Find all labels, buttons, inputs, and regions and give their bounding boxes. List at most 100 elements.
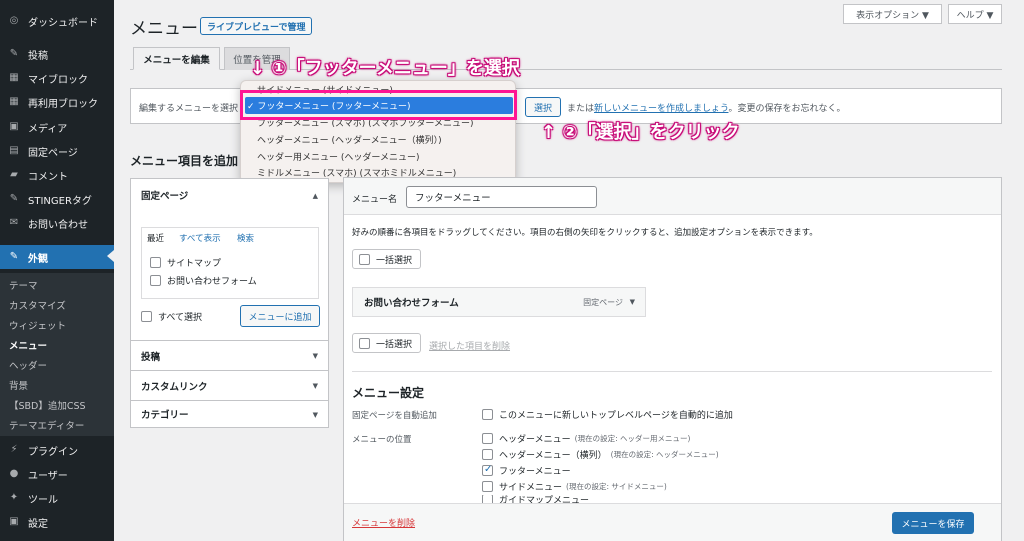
- dropdown-option[interactable]: ヘッダーメニュー (ヘッダーメニュー（横列）): [257, 133, 442, 146]
- sidebar-item-label: ダッシュボード: [28, 17, 98, 29]
- bulk-select-label: 一括選択: [376, 339, 413, 350]
- select-button[interactable]: 選択: [525, 97, 561, 117]
- sidebar-item-reusable-blocks[interactable]: ▦ 再利用ブロック: [0, 91, 114, 113]
- checkbox[interactable]: [482, 495, 493, 503]
- menu-item[interactable]: お問い合わせフォーム 固定ページ ▼: [352, 287, 646, 317]
- sidebar-item-appearance[interactable]: ✎ 外観: [0, 245, 114, 269]
- collapse-down-icon: ▼: [312, 352, 318, 360]
- location-checkbox[interactable]: ヘッダーメニュー (現在の設定: ヘッダー用メニュー): [482, 432, 690, 445]
- chevron-down-icon[interactable]: ▼: [630, 298, 635, 306]
- delete-menu-link[interactable]: メニューを削除: [352, 516, 415, 529]
- page-icon: ▤: [9, 145, 19, 156]
- sidebar-item-label: 外観: [28, 253, 48, 265]
- sidebar-item-tools[interactable]: ✦ ツール: [0, 487, 114, 509]
- add-to-menu-button[interactable]: メニューに追加: [240, 305, 320, 327]
- menu-location-label: メニューの位置: [352, 435, 412, 445]
- page-checkbox-item[interactable]: サイトマップ: [150, 256, 221, 269]
- sidebar-item-stinger-tag[interactable]: ✎ STINGERタグ: [0, 188, 114, 210]
- page-label: お問い合わせフォーム: [167, 277, 257, 287]
- checkbox[interactable]: [150, 257, 161, 268]
- submenu-item-background[interactable]: 背景: [9, 378, 28, 392]
- categories-section-header[interactable]: カテゴリー ▼: [131, 400, 328, 427]
- sidebar-item-users[interactable]: ● ユーザー: [0, 463, 114, 485]
- tab-view-all[interactable]: すべて表示: [179, 232, 221, 244]
- pages-section-title: 固定ページ: [141, 191, 189, 202]
- annotation-step1: ↓ ①「フッターメニュー」を選択: [250, 58, 520, 79]
- pin-icon: ✎: [9, 48, 19, 59]
- add-menu-items-panel: 固定ページ ▲ 最近 すべて表示 検索 サイトマップ お問い合わせフォーム すべ…: [130, 178, 329, 428]
- tab-search[interactable]: 検索: [237, 232, 254, 244]
- annotation-step2: ↑ ②「選択」をクリック: [541, 122, 740, 143]
- dropdown-option[interactable]: ヘッダー用メニュー (ヘッダーメニュー): [257, 150, 420, 163]
- page-title: メニュー: [130, 19, 198, 39]
- select-all-checkbox[interactable]: すべて選択: [141, 310, 202, 323]
- bulk-select-toggle[interactable]: 一括選択: [352, 249, 421, 269]
- location-checkbox[interactable]: ヘッダーメニュー（横列） (現在の設定: ヘッダーメニュー): [482, 448, 719, 461]
- location-checkbox-checked[interactable]: フッターメニュー: [482, 464, 571, 477]
- comment-icon: ▰: [10, 169, 18, 180]
- admin-sidebar: ◎ ダッシュボード ✎ 投稿 ▦ マイブロック ▦ 再利用ブロック ▣ メディア ▤ 固定ペ…: [0, 0, 114, 541]
- select-all-label: すべて選択: [158, 313, 203, 323]
- create-menu-text: または新しいメニューを作成しましょう。変更の保存をお忘れなく。: [567, 101, 846, 114]
- checkbox[interactable]: [482, 464, 493, 476]
- sidebar-item-posts[interactable]: ✎ 投稿: [0, 43, 114, 65]
- sidebar-item-plugins[interactable]: ⚡ プラグイン: [0, 439, 114, 461]
- sidebar-item-comments[interactable]: ▰ コメント: [0, 164, 114, 186]
- section-title: カスタムリンク: [141, 381, 208, 393]
- screen-options-button[interactable]: 表示オプション ▼: [843, 4, 942, 24]
- sidebar-item-pages[interactable]: ▤ 固定ページ: [0, 140, 114, 162]
- collapse-down-icon: ▼: [312, 382, 318, 390]
- auto-add-text: このメニューに新しいトップレベルページを自動的に追加: [499, 411, 733, 421]
- mail-icon: ✉: [9, 217, 19, 228]
- page-checkbox-item[interactable]: お問い合わせフォーム: [150, 274, 257, 287]
- location-checkbox[interactable]: ガイドマップメニュー: [482, 495, 589, 503]
- checkbox[interactable]: [150, 275, 161, 286]
- sidebar-item-label: 設定: [28, 518, 48, 530]
- sidebar-item-dashboard[interactable]: ◎ ダッシュボード: [0, 10, 114, 32]
- auto-add-checkbox[interactable]: このメニューに新しいトップレベルページを自動的に追加: [482, 408, 733, 421]
- highlight-box: [240, 90, 517, 120]
- sidebar-item-label: 投稿: [28, 50, 48, 62]
- submenu-item-menus[interactable]: メニュー: [9, 338, 47, 352]
- submenu-item-theme[interactable]: テーマ: [9, 278, 38, 292]
- help-button[interactable]: ヘルプ ▼: [948, 4, 1002, 24]
- sidebar-item-label: 固定ページ: [28, 147, 78, 159]
- location-note: (現在の設定: ヘッダーメニュー): [610, 450, 719, 459]
- submenu-item-additional-css[interactable]: 【SBD】追加CSS: [9, 398, 86, 412]
- submenu-item-customize[interactable]: カスタマイズ: [9, 298, 66, 312]
- submenu-item-widgets[interactable]: ウィジェット: [9, 318, 66, 332]
- tab-edit-menus[interactable]: メニューを編集: [133, 47, 220, 70]
- user-icon: ●: [9, 468, 19, 479]
- pages-section-header[interactable]: 固定ページ ▲: [131, 179, 328, 211]
- submenu-item-theme-editor[interactable]: テーマエディター: [9, 418, 84, 432]
- checkbox[interactable]: [359, 253, 370, 265]
- save-reminder-text: 。変更の保存をお忘れなく。: [728, 104, 846, 114]
- location-checkbox[interactable]: サイドメニュー (現在の設定: サイドメニュー): [482, 480, 667, 493]
- sidebar-item-media[interactable]: ▣ メディア: [0, 116, 114, 138]
- checkbox[interactable]: [141, 311, 152, 322]
- delete-selected-link[interactable]: 選択した項目を削除: [429, 339, 510, 352]
- save-menu-button[interactable]: メニューを保存: [892, 512, 974, 534]
- sidebar-item-label: お問い合わせ: [28, 219, 88, 231]
- custom-links-section-header[interactable]: カスタムリンク ▼: [131, 370, 328, 400]
- settings-icon: ▣: [9, 516, 19, 527]
- checkbox[interactable]: [482, 433, 493, 444]
- live-preview-button[interactable]: ライブプレビューで管理: [200, 17, 313, 35]
- create-menu-link[interactable]: 新しいメニューを作成しましょう: [594, 104, 728, 114]
- menu-name-input[interactable]: フッターメニュー: [406, 186, 597, 208]
- bulk-select-toggle-bottom[interactable]: 一括選択: [352, 333, 421, 353]
- pages-tab-box: 最近 すべて表示 検索 サイトマップ お問い合わせフォーム: [141, 227, 319, 299]
- menu-item-type: 固定ページ: [583, 297, 623, 307]
- sidebar-item-settings[interactable]: ▣ 設定: [0, 511, 114, 533]
- checkbox[interactable]: [482, 449, 493, 460]
- sidebar-item-label: 再利用ブロック: [28, 98, 98, 110]
- submenu-item-header[interactable]: ヘッダー: [9, 358, 47, 372]
- checkbox[interactable]: [482, 409, 493, 420]
- checkbox[interactable]: [482, 481, 493, 492]
- tab-recent[interactable]: 最近: [147, 232, 164, 244]
- sidebar-item-contact[interactable]: ✉ お問い合わせ: [0, 212, 114, 234]
- posts-section-header[interactable]: 投稿 ▼: [131, 340, 328, 370]
- sidebar-item-my-blocks[interactable]: ▦ マイブロック: [0, 67, 114, 89]
- drag-instructions: 好みの順番に各項目をドラッグしてください。項目の右側の矢印をクリックすると、追加…: [352, 228, 818, 238]
- checkbox[interactable]: [359, 337, 370, 349]
